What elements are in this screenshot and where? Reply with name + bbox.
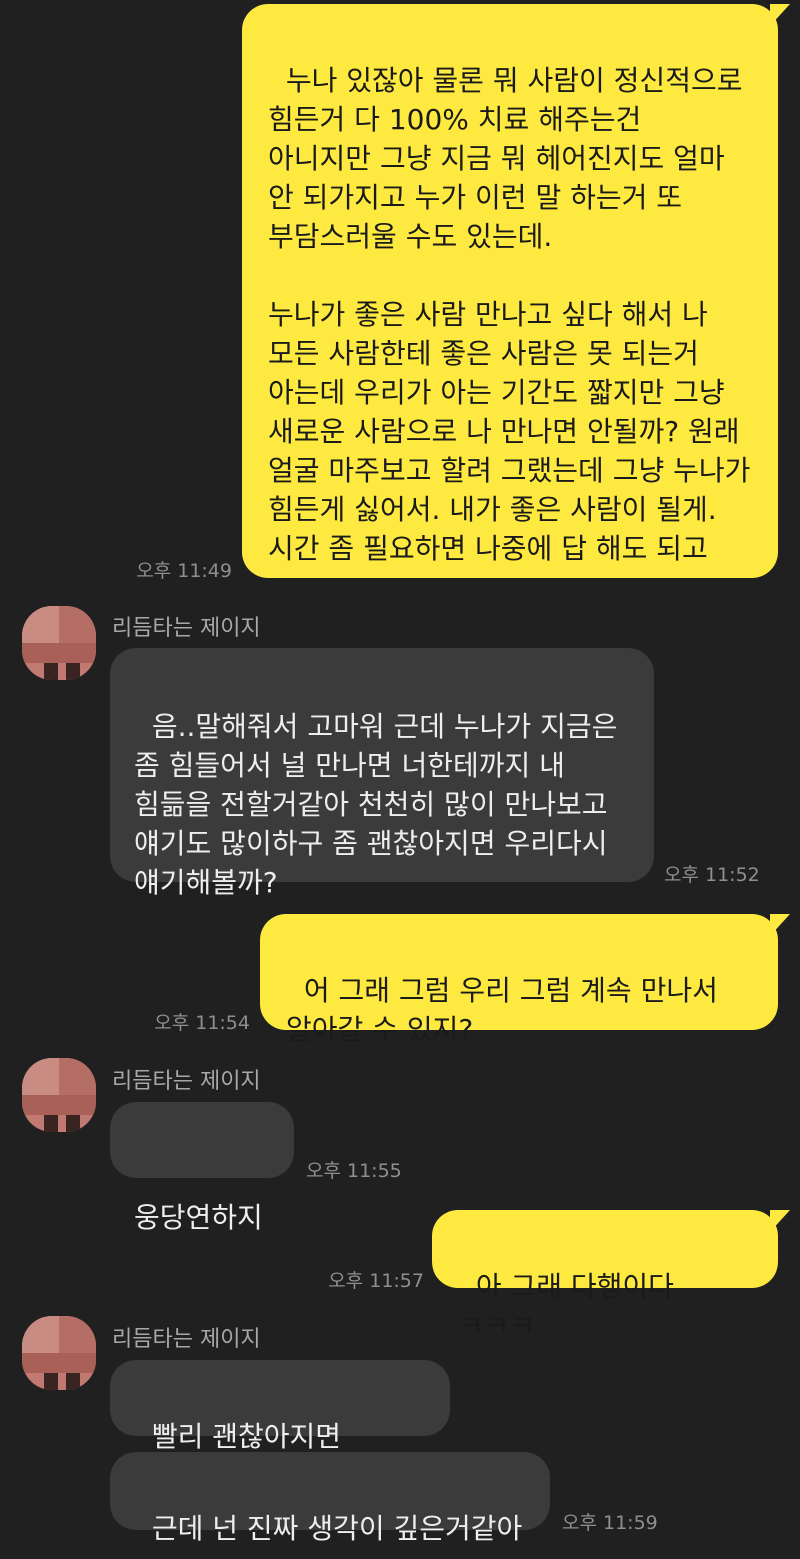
my-message-bubble[interactable]: 누나 있잖아 물론 뭐 사람이 정신적으로 힘든거 다 100% 치료 해주는건… (242, 4, 790, 578)
message-timestamp: 오후 11:49 (136, 560, 232, 582)
message-timestamp: 오후 11:55 (306, 1160, 402, 1182)
sender-name: 리듬타는 제이지 (112, 1327, 261, 1352)
message-text: 근데 넌 진짜 생각이 깊은거같아 (151, 1512, 523, 1545)
message-timestamp: 오후 11:59 (562, 1512, 658, 1534)
bubble-tail (770, 914, 790, 936)
their-message-bubble[interactable]: 웅당연하지 (110, 1102, 294, 1234)
their-message-bubble[interactable]: 음..말해줘서 고마워 근데 누나가 지금은 좀 힘들어서 널 만나면 너한테까… (110, 648, 654, 899)
bubble-tail (770, 1210, 790, 1232)
message-text: 아 그래 다행이다 ㅋㅋㅋ (458, 1270, 683, 1342)
their-message-bubble[interactable]: 빨리 괜찮아지면 좋겠네 (110, 1360, 450, 1492)
message-timestamp: 오후 11:54 (154, 1012, 250, 1034)
message-text: 누나 있잖아 물론 뭐 사람이 정신적으로 힘든거 다 100% 치료 해주는건… (268, 64, 751, 565)
their-message-bubble[interactable]: 근데 넌 진짜 생각이 깊은거같아 (110, 1452, 550, 1545)
message-text: 어 그래 그럼 우리 그럼 계속 만나서 알아갈 수 있지? (286, 974, 727, 1046)
my-message-bubble[interactable]: 어 그래 그럼 우리 그럼 계속 만나서 알아갈 수 있지? (260, 914, 790, 1046)
avatar[interactable] (22, 1058, 96, 1132)
message-timestamp: 오후 11:57 (328, 1270, 424, 1292)
message-text: 웅당연하지 (134, 1201, 263, 1234)
avatar[interactable] (22, 606, 96, 680)
message-text: 음..말해줘서 고마워 근데 누나가 지금은 좀 힘들어서 널 만나면 너한테까… (134, 710, 627, 899)
bubble-tail (770, 4, 790, 26)
avatar[interactable] (22, 1316, 96, 1390)
message-timestamp: 오후 11:52 (664, 864, 760, 886)
sender-name: 리듬타는 제이지 (112, 616, 261, 641)
sender-name: 리듬타는 제이지 (112, 1069, 261, 1094)
my-message-bubble[interactable]: 아 그래 다행이다 ㅋㅋㅋ (432, 1210, 790, 1342)
